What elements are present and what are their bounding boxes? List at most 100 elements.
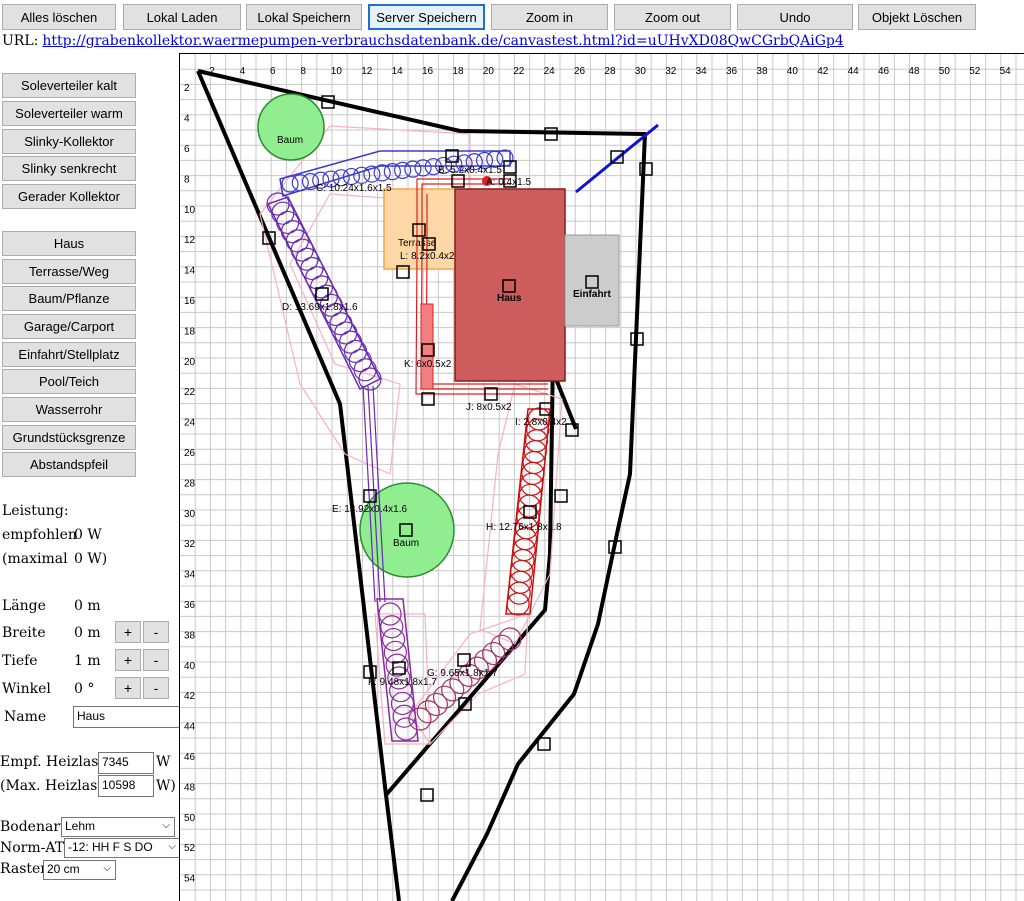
x-tick-label: 38 [756,66,768,77]
y-tick-label: 12 [184,235,196,246]
label-H: H: 12.76x1.8x1.8 [486,522,562,533]
breite-minus-button[interactable]: - [143,621,169,643]
url-link[interactable]: http://grabenkollektor.waermepumpen-verb… [42,33,843,49]
x-tick-label: 4 [240,66,246,77]
delete-object-button[interactable]: Objekt Löschen [858,4,976,30]
plan-svg[interactable]: 2 4 6 8 10 12 14 16 18 20 22 24 26 28 30 32 34 36 38 40 42 44… [180,54,1024,901]
x-tick-label: 36 [726,66,738,77]
label-I: I: 2.8x0.4x2 [515,417,567,428]
x-tick-label: 48 [908,66,920,77]
max-heizlast-input[interactable]: 10598 [98,775,154,797]
sidebar-item-slinky-senkrecht[interactable]: Slinky senkrecht [2,156,136,181]
x-tick-label: 16 [422,66,434,77]
x-tick-label: 6 [270,66,276,77]
y-tick-label: 36 [184,600,196,611]
sidebar-item-wasserrohr[interactable]: Wasserrohr [2,397,136,422]
plan-canvas[interactable]: 2 4 6 8 10 12 14 16 18 20 22 24 26 28 30 32 34 36 38 40 42 44… [179,53,1024,901]
label-C: C: 10.24x1.6x1.5 [316,183,392,194]
y-tick-label: 46 [184,752,196,763]
sidebar-item-einfahrt[interactable]: Einfahrt/Stellplatz [2,342,136,367]
breite-plus-button[interactable]: + [115,621,141,643]
clear-all-button[interactable]: Alles löschen [2,4,116,30]
empf-heizlast-input[interactable]: 7345 [98,752,154,774]
normat-select[interactable]: -12: HH F S DO ⌵ [64,838,181,858]
y-tick-label: 54 [184,874,196,885]
collector-K[interactable] [420,303,434,390]
sidebar-item-grundstuecksgrenze[interactable]: Grundstücksgrenze [2,425,136,450]
winkel-value: 0 ° [74,681,95,697]
sidebar-item-haus[interactable]: Haus [2,231,136,256]
bodenart-select[interactable]: Lehm ⌵ [61,817,175,837]
label-J: J: 8x0.5x2 [466,402,512,413]
leistung-title: Leistung: [2,503,69,519]
label-B: B: 5.2x0.4x1.5 [438,165,502,176]
load-local-button[interactable]: Lokal Laden [123,4,241,30]
raster-select[interactable]: 20 cm ⌵ [43,860,116,880]
y-tick-label: 34 [184,570,196,581]
raster-label: Raster [0,861,47,877]
bodenart-value: Lehm [65,819,96,833]
zoom-in-button[interactable]: Zoom in [491,4,608,30]
tiefe-value: 1 m [74,653,101,669]
maximal-value: 0 W) [74,551,108,567]
sidebar-item-baum[interactable]: Baum/Pflanze [2,286,136,311]
sidebar-item-garage[interactable]: Garage/Carport [2,314,136,339]
max-heizlast-label: (Max. Heizlast [0,778,103,794]
sidebar-item-soleverteiler-warm[interactable]: Soleverteiler warm [2,101,136,126]
tiefe-label: Tiefe [2,653,38,669]
x-tick-label: 34 [696,66,708,77]
max-heizlast-unit: W) [156,778,176,794]
undo-button[interactable]: Undo [737,4,853,30]
bodenart-label: Bodenart [0,819,66,835]
y-tick-label: 50 [184,813,196,824]
y-tick-label: 10 [184,205,196,216]
y-tick-label: 52 [184,843,196,854]
collector-K-body[interactable] [420,303,434,390]
y-tick-label: 32 [184,539,196,550]
sidebar-item-pool[interactable]: Pool/Teich [2,369,136,394]
x-tick-label: 30 [635,66,647,77]
label-F: F: 9.48x1.8x1.7 [368,677,437,688]
zoom-out-button[interactable]: Zoom out [614,4,731,30]
winkel-plus-button[interactable]: + [115,677,141,699]
x-tick-label: 8 [300,66,306,77]
sidebar-item-abstandspfeil[interactable]: Abstandspfeil [2,452,136,477]
winkel-minus-button[interactable]: - [143,677,169,699]
sidebar-item-soleverteiler-kalt[interactable]: Soleverteiler kalt [2,73,136,98]
tree-label: Baum [277,135,303,146]
house[interactable] [454,188,566,382]
y-tick-label: 2 [184,83,190,94]
sidebar-item-slinky-kollektor[interactable]: Slinky-Kollektor [2,129,136,154]
save-local-button[interactable]: Lokal Speichern [246,4,362,30]
normat-value: -12: HH F S DO [68,840,153,854]
y-tick-label: 18 [184,326,196,337]
save-server-button[interactable]: Server Speichern [368,4,485,30]
driveway-label: Einfahrt [573,289,611,300]
tree[interactable] [257,93,325,161]
sidebar-item-terrasse[interactable]: Terrasse/Weg [2,259,136,284]
y-tick-label: 42 [184,691,196,702]
collector-D-body[interactable] [266,196,382,391]
empf-heizlast-label: Empf. Heizlast [0,754,105,770]
driveway[interactable] [564,234,620,327]
chevron-down-icon: ⌵ [162,820,170,831]
x-tick-label: 12 [361,66,373,77]
handle-square [554,489,568,503]
name-label: Name [4,709,47,725]
y-tick-label: 6 [184,144,190,155]
label-E: E: 13.92x0.4x1.6 [332,504,407,515]
x-tick-label: 14 [392,66,404,77]
sidebar-item-gerader-kollektor[interactable]: Gerader Kollektor [2,184,136,209]
empfohlen-value: 0 W [74,527,102,543]
tiefe-minus-button[interactable]: - [143,649,169,671]
label-L: L: 8.2x0.4x2 [400,251,455,262]
url-row: URL: http://grabenkollektor.waermepumpen-… [2,33,844,49]
chevron-down-icon: ⌵ [103,863,111,874]
laenge-value: 0 m [74,598,101,614]
name-input[interactable]: Haus [73,706,189,728]
y-tick-label: 24 [184,418,196,429]
y-tick-label: 14 [184,266,196,277]
tiefe-plus-button[interactable]: + [115,649,141,671]
x-tick-label: 26 [574,66,586,77]
y-tick-label: 20 [184,357,196,368]
